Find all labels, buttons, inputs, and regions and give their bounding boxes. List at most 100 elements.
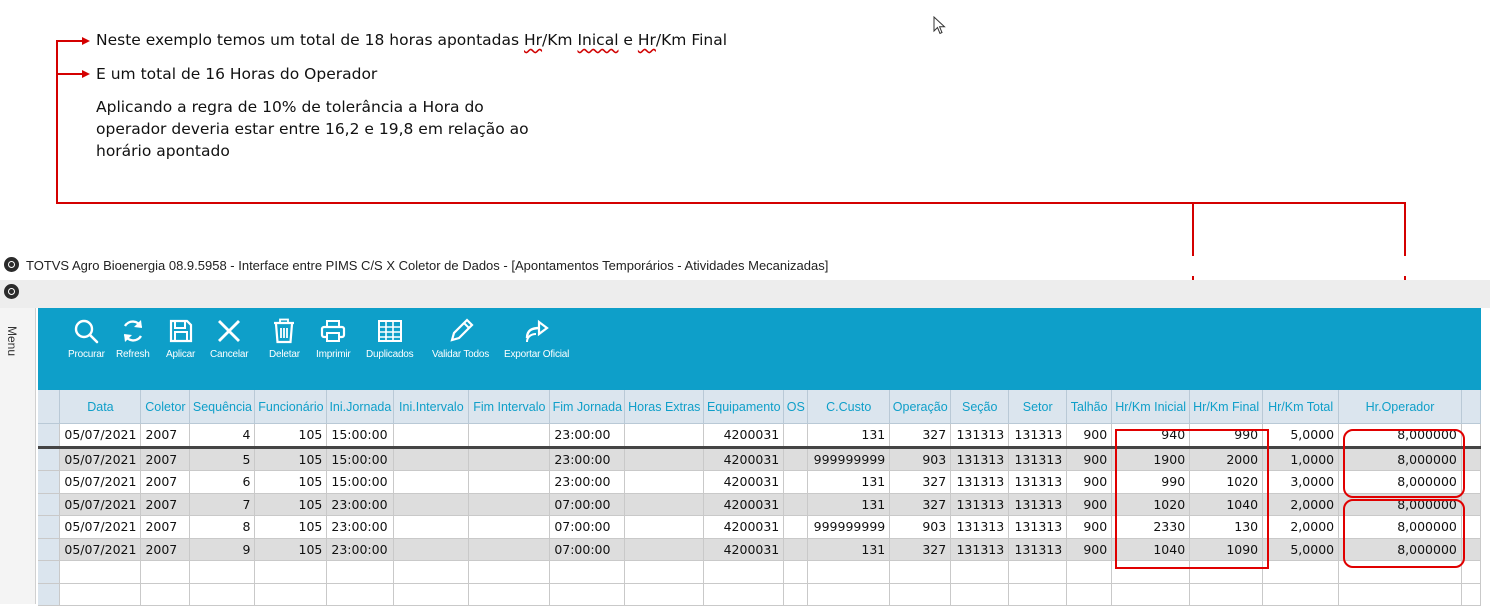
- table-cell[interactable]: [889, 560, 952, 584]
- table-cell[interactable]: [783, 470, 809, 494]
- table-cell[interactable]: [624, 583, 705, 606]
- table-cell[interactable]: [468, 583, 551, 606]
- table-cell[interactable]: 900: [1066, 538, 1113, 561]
- table-cell[interactable]: 131313: [1008, 423, 1068, 449]
- table-cell[interactable]: 131313: [1008, 538, 1068, 561]
- table-cell[interactable]: 4200031: [703, 493, 785, 516]
- table-cell[interactable]: [624, 470, 705, 494]
- table-cell[interactable]: [783, 447, 809, 471]
- table-cell[interactable]: 2,0000: [1262, 515, 1340, 539]
- table-cell[interactable]: 327: [889, 423, 952, 449]
- row-indicator[interactable]: [38, 447, 61, 471]
- table-cell[interactable]: 2007: [140, 447, 191, 471]
- column-header[interactable]: Operação: [889, 390, 952, 424]
- table-cell[interactable]: 5,0000: [1262, 423, 1340, 449]
- table-cell[interactable]: 15:00:00: [326, 470, 395, 494]
- deletar-button[interactable]: Deletar: [269, 318, 300, 360]
- table-cell[interactable]: 900: [1066, 493, 1113, 516]
- table-cell[interactable]: [468, 538, 551, 561]
- table-cell[interactable]: 3,0000: [1262, 470, 1340, 494]
- validar-todos-button[interactable]: Validar Todos: [432, 318, 489, 360]
- table-cell[interactable]: 2007: [140, 493, 191, 516]
- column-header[interactable]: Seção: [950, 390, 1010, 424]
- table-cell[interactable]: [1008, 560, 1068, 584]
- table-cell[interactable]: 6: [189, 470, 256, 494]
- table-cell[interactable]: [393, 583, 470, 606]
- table-cell[interactable]: 327: [889, 470, 952, 494]
- table-cell[interactable]: 2007: [140, 515, 191, 539]
- table-cell[interactable]: 05/07/2021: [59, 447, 142, 471]
- table-cell[interactable]: [1262, 560, 1340, 584]
- column-header[interactable]: Setor: [1008, 390, 1068, 424]
- table-cell[interactable]: [254, 583, 328, 606]
- table-cell[interactable]: [468, 470, 551, 494]
- table-cell[interactable]: [393, 423, 470, 449]
- exportar-oficial-button[interactable]: Exportar Oficial: [504, 318, 569, 360]
- table-cell[interactable]: 131313: [950, 538, 1010, 561]
- table-cell[interactable]: 8: [189, 515, 256, 539]
- table-cell[interactable]: [950, 583, 1010, 606]
- table-cell[interactable]: [326, 583, 395, 606]
- table-cell[interactable]: 105: [254, 470, 328, 494]
- table-cell[interactable]: 2007: [140, 423, 191, 449]
- column-header[interactable]: Ini.Intervalo: [393, 390, 470, 424]
- table-cell[interactable]: [1008, 583, 1068, 606]
- table-cell[interactable]: 9: [189, 538, 256, 561]
- table-cell[interactable]: [703, 583, 785, 606]
- table-cell[interactable]: 131: [807, 470, 891, 494]
- table-cell[interactable]: [703, 560, 785, 584]
- table-cell[interactable]: [393, 560, 470, 584]
- table-cell[interactable]: [393, 493, 470, 516]
- table-cell[interactable]: [140, 583, 191, 606]
- table-cell[interactable]: [393, 470, 470, 494]
- column-header[interactable]: OS: [783, 390, 809, 424]
- table-cell[interactable]: [468, 560, 551, 584]
- table-cell[interactable]: [1461, 583, 1482, 606]
- row-indicator[interactable]: [38, 538, 61, 561]
- table-cell[interactable]: [624, 560, 705, 584]
- table-cell[interactable]: 131313: [1008, 470, 1068, 494]
- table-cell[interactable]: 131313: [950, 447, 1010, 471]
- column-header[interactable]: Data: [59, 390, 142, 424]
- table-cell[interactable]: [1066, 583, 1113, 606]
- table-cell[interactable]: 900: [1066, 470, 1113, 494]
- table-cell[interactable]: [624, 538, 705, 561]
- table-cell[interactable]: [549, 583, 626, 606]
- table-cell[interactable]: [59, 583, 142, 606]
- table-cell[interactable]: [1111, 583, 1191, 606]
- table-cell[interactable]: [624, 515, 705, 539]
- table-cell[interactable]: 2007: [140, 470, 191, 494]
- table-cell[interactable]: 903: [889, 447, 952, 471]
- table-cell[interactable]: [393, 538, 470, 561]
- column-header[interactable]: Fim Jornada: [549, 390, 626, 424]
- table-cell[interactable]: [783, 538, 809, 561]
- table-cell[interactable]: 4200031: [703, 423, 785, 449]
- table-cell[interactable]: 23:00:00: [549, 423, 626, 449]
- table-cell[interactable]: 2,0000: [1262, 493, 1340, 516]
- table-cell[interactable]: [468, 423, 551, 449]
- table-cell[interactable]: [468, 447, 551, 471]
- table-cell[interactable]: 4: [189, 423, 256, 449]
- table-cell[interactable]: 131313: [950, 493, 1010, 516]
- column-header[interactable]: Coletor: [140, 390, 191, 424]
- table-cell[interactable]: 23:00:00: [326, 538, 395, 561]
- column-header[interactable]: Sequência: [189, 390, 256, 424]
- table-cell[interactable]: [1338, 583, 1462, 606]
- table-cell[interactable]: 131313: [1008, 447, 1068, 471]
- imprimir-button[interactable]: Imprimir: [316, 318, 351, 360]
- table-cell[interactable]: 4200031: [703, 538, 785, 561]
- table-cell[interactable]: [1461, 560, 1482, 584]
- column-header[interactable]: Hr/Km Final: [1189, 390, 1264, 424]
- table-cell[interactable]: [783, 423, 809, 449]
- table-cell[interactable]: [549, 560, 626, 584]
- table-cell[interactable]: 105: [254, 538, 328, 561]
- table-cell[interactable]: 4200031: [703, 447, 785, 471]
- table-cell[interactable]: [624, 423, 705, 449]
- table-cell[interactable]: [1189, 583, 1264, 606]
- table-cell[interactable]: [1066, 560, 1113, 584]
- table-cell[interactable]: [807, 560, 891, 584]
- table-cell[interactable]: 23:00:00: [326, 493, 395, 516]
- table-cell[interactable]: 105: [254, 447, 328, 471]
- table-cell[interactable]: [393, 447, 470, 471]
- column-header[interactable]: Hr.Operador: [1338, 390, 1462, 424]
